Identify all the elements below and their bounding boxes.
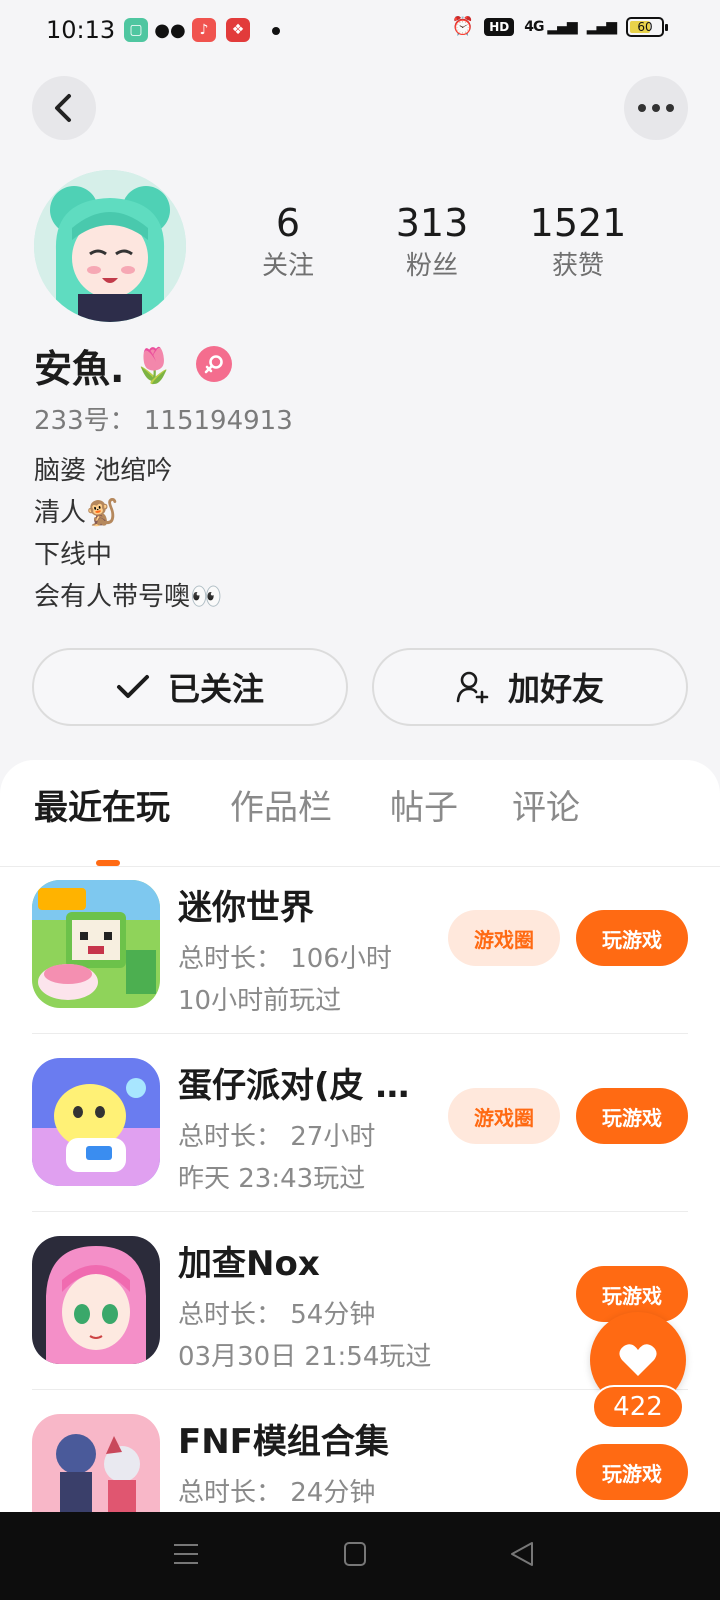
signal-icon-2: ▂▄▆ xyxy=(586,18,617,35)
avatar[interactable] xyxy=(34,170,186,322)
system-nav-bar xyxy=(0,1512,720,1600)
game-name: 蛋仔派对(皮 … xyxy=(178,1066,410,1106)
game-row[interactable]: 迷你世界 总时长： 106小时 10小时前玩过 游戏圈 玩游戏 xyxy=(0,856,720,1034)
stat-following-label: 关注 xyxy=(261,251,314,281)
notes-app-icon: ▢ xyxy=(124,18,148,42)
followed-button[interactable]: 已关注 xyxy=(32,648,348,726)
signal-icon-1: 4G ▂▄▆ xyxy=(524,18,577,35)
game-last-played: 10小时前玩过 xyxy=(178,986,342,1016)
network-type: 4G xyxy=(524,18,544,35)
game-row[interactable]: 蛋仔派对(皮 … 总时长： 27小时 昨天 23:43玩过 游戏圈 玩游戏 xyxy=(0,1034,720,1212)
tab-works[interactable]: 作品栏 xyxy=(230,780,332,829)
stat-likes[interactable]: 1521 获赞 xyxy=(518,200,638,286)
wechat-icon: ●● xyxy=(154,19,186,41)
game-name: FNF模组合集 xyxy=(178,1422,389,1462)
stat-fans-label: 粉丝 xyxy=(405,251,458,281)
female-gender-icon xyxy=(196,346,232,382)
notification-dot xyxy=(272,27,280,35)
user-id: 233号： 115194913 xyxy=(34,406,293,436)
music-app-icon: ♪ xyxy=(192,18,216,42)
bio-line: 下线中 xyxy=(34,540,113,570)
game-duration: 总时长： 27小时 xyxy=(178,1122,376,1152)
stat-following[interactable]: 6 关注 xyxy=(228,200,348,286)
heart-icon xyxy=(619,1344,657,1376)
status-bar: 10:13 ▢ ●● ♪ ❖ ⏰ HD 4G ▂▄▆ ▂▄▆ 60 xyxy=(0,0,720,64)
game-name: 迷你世界 xyxy=(178,888,314,928)
game-duration: 总时长： 24分钟 xyxy=(178,1478,376,1508)
bio: 脑婆 池绾吟 清人🐒 下线中 会有人带号噢👀 xyxy=(34,450,222,618)
play-game-button[interactable]: 玩游戏 xyxy=(576,910,688,966)
followed-button-label: 已关注 xyxy=(167,670,264,708)
play-game-button[interactable]: 玩游戏 xyxy=(576,1088,688,1144)
stat-likes-label: 获赞 xyxy=(551,251,604,281)
hd-icon: HD xyxy=(484,17,515,36)
status-time: 10:13 xyxy=(46,16,116,44)
game-duration: 总时长： 54分钟 xyxy=(178,1300,376,1330)
game-last-played: 昨天 23:43玩过 xyxy=(178,1164,366,1194)
back-triangle-icon[interactable] xyxy=(508,1540,536,1568)
mini-world-icon[interactable] xyxy=(32,880,160,1008)
home-icon[interactable] xyxy=(342,1540,368,1568)
tab-bar: 最近在玩 作品栏 帖子 评论 xyxy=(0,780,720,867)
game-circle-button[interactable]: 游戏圈 xyxy=(448,910,560,966)
game-duration: 总时长： 106小时 xyxy=(178,944,392,974)
play-game-button[interactable]: 玩游戏 xyxy=(576,1444,688,1500)
more-dots-icon xyxy=(638,104,674,112)
chevron-left-icon xyxy=(55,94,71,122)
stat-fans-value: 313 xyxy=(395,201,469,245)
nickname-emoji: 🌷 xyxy=(132,345,175,386)
back-button[interactable] xyxy=(32,76,96,140)
stat-following-value: 6 xyxy=(275,201,301,245)
nickname: 安魚. 🌷 xyxy=(34,338,175,393)
nickname-text: 安魚. xyxy=(34,347,125,391)
game-circle-button[interactable]: 游戏圈 xyxy=(448,1088,560,1144)
checkmark-icon xyxy=(116,675,149,698)
add-friend-button[interactable]: 加好友 xyxy=(372,648,688,726)
eggy-party-icon[interactable] xyxy=(32,1058,160,1186)
game-name: 加查Nox xyxy=(178,1244,320,1284)
battery-icon: 60 xyxy=(626,16,668,37)
red-app-icon: ❖ xyxy=(226,18,250,42)
more-button[interactable] xyxy=(624,76,688,140)
menu-icon[interactable] xyxy=(172,1540,200,1568)
tab-posts[interactable]: 帖子 xyxy=(390,780,458,829)
status-indicators: ⏰ HD 4G ▂▄▆ ▂▄▆ 60 xyxy=(451,16,668,37)
like-count: 422 xyxy=(592,1385,684,1429)
gacha-nox-icon[interactable] xyxy=(32,1236,160,1364)
avatar-illustration xyxy=(34,170,186,322)
game-last-played: 03月30日 21:54玩过 xyxy=(178,1342,432,1372)
add-friend-button-label: 加好友 xyxy=(507,670,604,708)
add-friend-icon xyxy=(456,671,489,704)
battery-level: 60 xyxy=(637,19,653,34)
bio-line: 会有人带号噢👀 xyxy=(34,582,223,612)
tab-comments[interactable]: 评论 xyxy=(512,780,580,829)
bio-line: 清人🐒 xyxy=(34,498,119,528)
alarm-icon: ⏰ xyxy=(451,16,475,37)
stat-fans[interactable]: 313 粉丝 xyxy=(372,200,492,286)
stat-likes-value: 1521 xyxy=(529,201,627,245)
tab-recently-played[interactable]: 最近在玩 xyxy=(34,780,170,829)
bio-line: 脑婆 池绾吟 xyxy=(34,456,173,486)
